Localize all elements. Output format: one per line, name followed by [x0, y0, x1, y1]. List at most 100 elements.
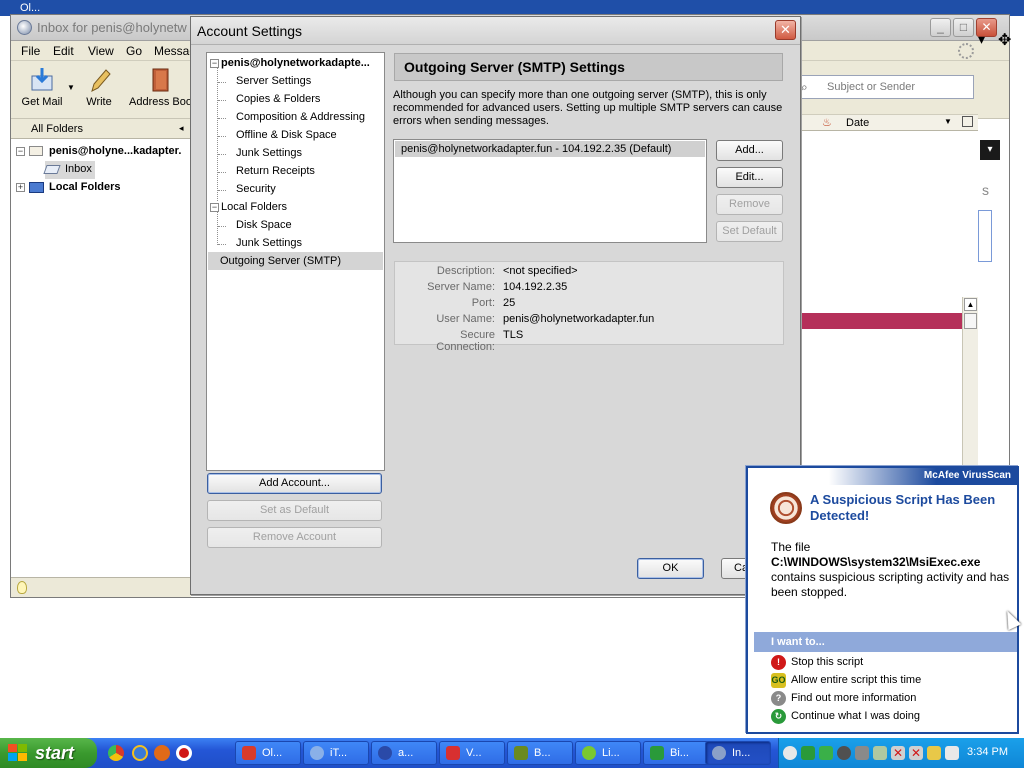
tree-composition[interactable]: Composition & Addressing	[236, 108, 365, 126]
message-row-selected[interactable]	[800, 313, 964, 329]
menu-edit[interactable]: Edit	[53, 44, 74, 58]
menu-view[interactable]: View	[88, 44, 114, 58]
dropdown-arrow-icon[interactable]: ▾	[978, 31, 994, 49]
shield-icon[interactable]	[927, 746, 941, 760]
column-picker-icon[interactable]	[962, 116, 973, 127]
maximize-button[interactable]: □	[953, 18, 974, 37]
account-collapse-icon[interactable]: −	[210, 59, 219, 68]
detail-user-label: User Name:	[436, 313, 495, 325]
app-bi-icon	[650, 746, 664, 760]
expand-icon[interactable]: +	[16, 183, 25, 192]
tree-security[interactable]: Security	[236, 180, 276, 198]
task-label: a...	[398, 747, 414, 759]
opera-icon[interactable]	[176, 745, 192, 761]
smtp-edit-button[interactable]: Edit...	[716, 167, 783, 188]
volume-icon[interactable]	[945, 746, 959, 760]
tree-copies-folders[interactable]: Copies & Folders	[236, 90, 320, 108]
tree-local-junk[interactable]: Junk Settings	[236, 234, 302, 252]
search-input[interactable]: ⌕ Subject or Sender	[796, 75, 974, 99]
task-a[interactable]: a...	[371, 741, 437, 765]
tree-disk-space[interactable]: Disk Space	[236, 216, 292, 234]
detail-description-value: <not specified>	[503, 265, 578, 277]
set-default-account-button[interactable]: Set as Default	[207, 500, 382, 521]
address-book-button[interactable]: Address Boo	[129, 67, 191, 108]
tree-offline-disk[interactable]: Offline & Disk Space	[236, 126, 337, 144]
write-button[interactable]: Write	[79, 67, 119, 108]
task-chrome[interactable]: Ol...	[235, 741, 301, 765]
ie-icon[interactable]	[132, 745, 148, 761]
network-disconnected-icon[interactable]: ✕	[891, 746, 905, 760]
tray-app-icon[interactable]	[819, 746, 833, 760]
task-itunes[interactable]: iT...	[303, 741, 369, 765]
collapse-icon[interactable]: −	[16, 147, 25, 156]
dialog-title: Account Settings	[197, 23, 303, 39]
tree-junk-settings[interactable]: Junk Settings	[236, 144, 302, 162]
i-want-to-header: I want to...	[754, 632, 1017, 652]
tree-guide	[218, 100, 226, 101]
tree-account[interactable]: penis@holynetworkadapte...	[221, 54, 370, 72]
get-mail-button[interactable]: Get Mail	[17, 67, 67, 108]
task-inbox[interactable]: In...	[705, 741, 771, 765]
smtp-set-default-button[interactable]: Set Default	[716, 221, 783, 242]
tray-app-icon[interactable]	[801, 746, 815, 760]
mcafee-brand: McAfee VirusScan	[923, 470, 1011, 481]
menu-go[interactable]: Go	[126, 44, 142, 58]
tree-guide	[218, 154, 226, 155]
get-mail-dropdown-icon[interactable]: ▼	[67, 83, 75, 92]
add-account-button[interactable]: Add Account...	[207, 473, 382, 494]
stop-script-option[interactable]: ! Stop this script	[771, 654, 863, 672]
folder-pane-header[interactable]: All Folders ◂	[11, 119, 191, 139]
chevron-left-icon[interactable]: ◂	[179, 123, 184, 134]
collapse-chevron-icon[interactable]: ▾	[980, 140, 1000, 160]
tree-outgoing-server[interactable]: Outgoing Server (SMTP)	[208, 252, 383, 270]
alert-body-suffix: contains suspicious scripting activity a…	[771, 570, 1010, 599]
task-bi[interactable]: Bi...	[643, 741, 709, 765]
column-date[interactable]: Date	[846, 117, 869, 129]
inbox-icon	[43, 165, 61, 174]
address-book-icon	[147, 67, 173, 93]
scroll-up-icon[interactable]: ▲	[964, 298, 977, 311]
mail-task-icon	[712, 746, 726, 760]
start-label: start	[35, 743, 75, 763]
alert-headline: A Suspicious Script Has Been Detected!	[810, 492, 996, 523]
ok-button[interactable]: OK	[637, 558, 704, 579]
tree-return-receipts[interactable]: Return Receipts	[236, 162, 315, 180]
continue-option[interactable]: ↻ Continue what I was doing	[771, 708, 920, 726]
clock[interactable]: 3:34 PM	[967, 746, 1008, 758]
local-collapse-icon[interactable]: −	[210, 203, 219, 212]
smtp-add-button[interactable]: Add...	[716, 140, 783, 161]
task-label: In...	[732, 747, 751, 759]
allow-script-option[interactable]: GO Allow entire script this time	[771, 672, 921, 690]
menu-file[interactable]: File	[21, 44, 40, 58]
mail-window-title: Inbox for penis@holynetw	[37, 20, 187, 35]
task-b[interactable]: B...	[507, 741, 573, 765]
start-button[interactable]: start	[0, 738, 97, 768]
message-list-scrollbar[interactable]: ▲	[962, 297, 978, 467]
chrome-icon[interactable]	[108, 745, 124, 761]
smtp-server-row[interactable]: penis@holynetworkadapter.fun - 104.192.2…	[395, 141, 705, 157]
status-bar	[11, 577, 191, 597]
tray-app-icon[interactable]	[873, 746, 887, 760]
remove-account-button[interactable]: Remove Account	[207, 527, 382, 548]
detail-user-value: penis@holynetworkadapter.fun	[503, 313, 655, 325]
puzzle-icon[interactable]: ✥	[998, 30, 1020, 52]
minimize-button[interactable]: _	[930, 18, 951, 37]
dialog-close-button[interactable]: ✕	[775, 20, 796, 40]
task-v[interactable]: V...	[439, 741, 505, 765]
tray-app-icon[interactable]	[837, 746, 851, 760]
tray-app-icon[interactable]	[855, 746, 869, 760]
smtp-server-list[interactable]: penis@holynetworkadapter.fun - 104.192.2…	[393, 139, 707, 243]
task-li[interactable]: Li...	[575, 741, 641, 765]
sort-arrow-icon[interactable]: ▼	[944, 117, 952, 126]
folder-inbox[interactable]: Inbox	[43, 161, 95, 179]
find-info-option[interactable]: ? Find out more information	[771, 690, 916, 708]
globe-icon	[378, 746, 392, 760]
smtp-remove-button[interactable]: Remove	[716, 194, 783, 215]
network-disconnected-icon[interactable]: ✕	[909, 746, 923, 760]
scroll-thumb[interactable]	[964, 313, 977, 329]
flame-icon[interactable]: ♨	[822, 116, 832, 129]
tray-collapse-icon[interactable]	[783, 746, 797, 760]
firefox-icon[interactable]	[154, 745, 170, 761]
tree-local-folders[interactable]: Local Folders	[221, 198, 287, 216]
tree-server-settings[interactable]: Server Settings	[236, 72, 311, 90]
